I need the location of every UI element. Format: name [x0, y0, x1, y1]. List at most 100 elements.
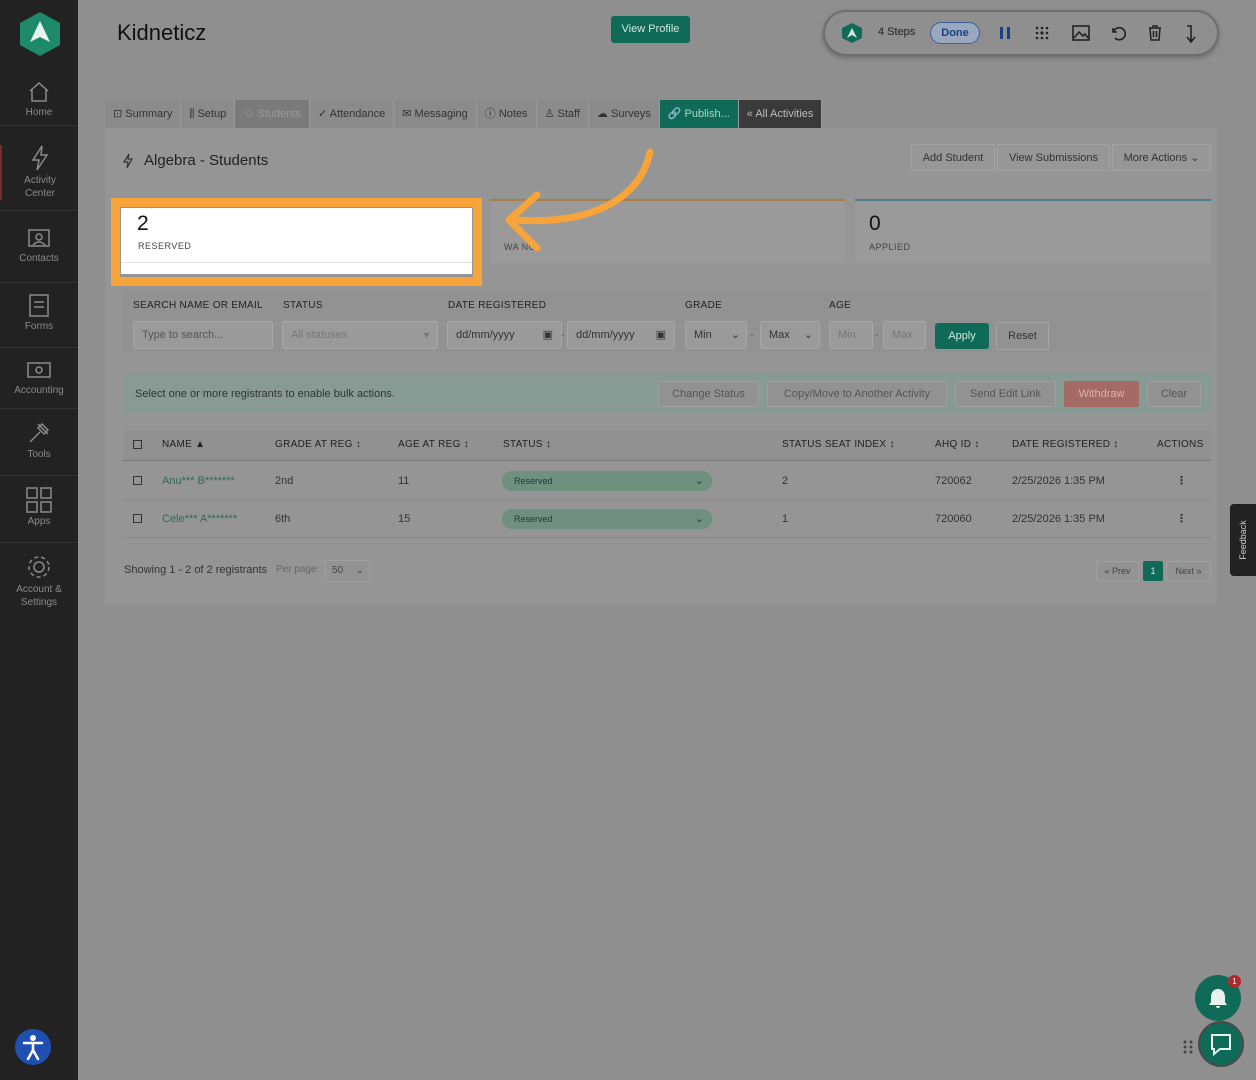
clear-button[interactable]: Clear [1147, 381, 1201, 407]
tab-publish[interactable]: 🔗 Publish... [659, 100, 739, 128]
sidebar-item-label: Apps [27, 516, 51, 527]
grade-max-value: Max [769, 329, 790, 341]
tab-setup[interactable]: ⫼ Setup [181, 100, 236, 128]
registrant-name-link[interactable]: Anu*** B******* [162, 475, 235, 487]
page-1-button[interactable]: 1 [1143, 561, 1163, 581]
column-header-ahq-id[interactable]: AHQ ID ↕ [935, 439, 980, 450]
tab-label: Notes [498, 108, 528, 120]
grade-min-select[interactable]: Min ⌄ [685, 321, 747, 349]
caret-down-icon: ▼ [422, 330, 431, 340]
sidebar-item-label: Contacts [19, 253, 59, 264]
sidebar-item-contacts[interactable]: Contacts [0, 226, 78, 264]
sidebar-item-apps[interactable]: Apps [0, 487, 78, 527]
column-header-grade[interactable]: GRADE AT REG ↕ [275, 439, 361, 450]
sidebar-item-tools[interactable]: Tools [0, 420, 78, 460]
tab-messaging[interactable]: ✉ Messaging [394, 100, 477, 128]
row-checkbox[interactable] [133, 476, 142, 485]
blur-icon[interactable] [1033, 24, 1051, 42]
sidebar-item-label: Home [25, 107, 53, 118]
tab-label: Staff [557, 108, 580, 120]
accounting-icon [27, 362, 51, 378]
search-input[interactable]: Type to search... [133, 321, 273, 349]
step-recorder-toolbar: 4 Steps Done [823, 10, 1219, 56]
undo-icon[interactable] [1109, 24, 1127, 42]
tab-notes[interactable]: ⓘ Notes [476, 100, 537, 128]
sidebar-item-accounting[interactable]: Accounting [0, 360, 78, 396]
tab-label: Attendance [329, 108, 386, 120]
done-button[interactable]: Done [930, 22, 980, 44]
ahq-id-cell: 720060 [935, 513, 972, 525]
date-to-input[interactable]: dd/mm/yyyy ▣ [567, 321, 675, 349]
prev-page-button[interactable]: « Prev [1096, 561, 1139, 581]
more-actions-button[interactable]: More Actions ⌄ [1112, 144, 1211, 171]
tab-surveys[interactable]: ☁ Surveys [588, 100, 660, 128]
age-max-input[interactable]: Max [883, 321, 926, 349]
row-actions-icon[interactable]: ⋮ [1176, 512, 1187, 525]
apps-icon [26, 487, 52, 513]
feedback-label: Feedback [1238, 520, 1248, 560]
column-header-date[interactable]: DATE REGISTERED ↕ [1012, 439, 1119, 450]
pause-icon[interactable] [997, 24, 1013, 42]
feedback-tab[interactable]: Feedback [1230, 504, 1256, 576]
tab-staff[interactable]: ♙ Staff [536, 100, 589, 128]
registrant-name-link[interactable]: Cele*** A******* [162, 513, 237, 525]
age-cell: 11 [398, 475, 410, 487]
tab-students[interactable]: ☺ Students [235, 100, 310, 128]
add-student-button[interactable]: Add Student [911, 144, 995, 171]
section-title: Algebra - Students [144, 152, 269, 169]
tab-label: Messaging [414, 108, 468, 120]
sidebar-item-account-settings[interactable]: Account & Settings [0, 554, 78, 609]
chevron-down-icon: ⌄ [1190, 152, 1200, 164]
view-submissions-button[interactable]: View Submissions [997, 144, 1110, 171]
chat-button[interactable] [1198, 1021, 1244, 1067]
tab-all-activities[interactable]: « All Activities [738, 100, 823, 128]
move-down-icon[interactable] [1183, 24, 1199, 44]
status-select[interactable]: All statuses ▼ [282, 321, 438, 349]
apply-button[interactable]: Apply [935, 323, 989, 349]
sidebar-item-label: Account & Settings [16, 584, 62, 608]
change-status-button[interactable]: Change Status [658, 381, 759, 407]
column-header-status[interactable]: STATUS ↕ [503, 439, 551, 450]
sidebar-item-activity-center[interactable]: Activity Center [0, 145, 78, 200]
image-icon[interactable] [1071, 24, 1091, 42]
notification-count-badge: 1 [1228, 975, 1241, 988]
accessibility-button[interactable] [15, 1029, 51, 1065]
sidebar-item-forms[interactable]: Forms [0, 292, 78, 332]
row-actions-icon[interactable]: ⋮ [1176, 474, 1187, 487]
recorder-logo-icon [842, 23, 862, 43]
stat-label: APPLIED [869, 242, 911, 252]
column-header-seat-index[interactable]: STATUS SEAT INDEX ↕ [782, 439, 895, 450]
reset-button[interactable]: Reset [996, 322, 1049, 350]
date-from-input[interactable]: dd/mm/yyyy ▣ [447, 321, 562, 349]
per-page-value: 50 [332, 565, 344, 576]
copy-move-button[interactable]: Copy/Move to Another Activity [767, 381, 947, 407]
app-logo-icon[interactable] [18, 10, 62, 58]
trash-icon[interactable] [1147, 24, 1163, 42]
status-dropdown[interactable]: Reserved ⌄ [502, 471, 712, 491]
row-checkbox[interactable] [133, 514, 142, 523]
activity-tabs: ⊡ Summary ⫼ Setup ☺ Students ✓ Attendanc… [105, 100, 823, 128]
tab-attendance[interactable]: ✓ Attendance [309, 100, 395, 128]
lightning-icon [31, 145, 49, 171]
age-cell: 15 [398, 513, 411, 525]
sidebar-item-home[interactable]: Home [0, 80, 78, 118]
status-value: Reserved [514, 514, 553, 524]
column-header-name[interactable]: NAME ▲ [162, 439, 205, 450]
view-profile-button[interactable]: View Profile [611, 16, 690, 43]
age-label: AGE [829, 300, 852, 311]
withdraw-button[interactable]: Withdraw [1064, 381, 1139, 407]
gear-icon [28, 556, 50, 578]
send-edit-link-button[interactable]: Send Edit Link [955, 381, 1056, 407]
accessibility-icon [22, 1035, 44, 1061]
select-all-checkbox[interactable] [133, 440, 142, 449]
next-page-button[interactable]: Next » [1166, 561, 1211, 581]
stat-card-reserved[interactable]: 2 RESERVED [121, 208, 472, 274]
stat-value: 0 [869, 212, 881, 235]
age-min-input[interactable]: Min [829, 321, 873, 349]
tab-summary[interactable]: ⊡ Summary [105, 100, 182, 128]
drag-handle-icon[interactable] [1182, 1039, 1194, 1055]
status-dropdown[interactable]: Reserved ⌄ [502, 509, 712, 529]
grade-max-select[interactable]: Max ⌄ [760, 321, 820, 349]
per-page-select[interactable]: 50 ⌄ [325, 560, 370, 582]
column-header-age[interactable]: AGE AT REG ↕ [398, 439, 469, 450]
